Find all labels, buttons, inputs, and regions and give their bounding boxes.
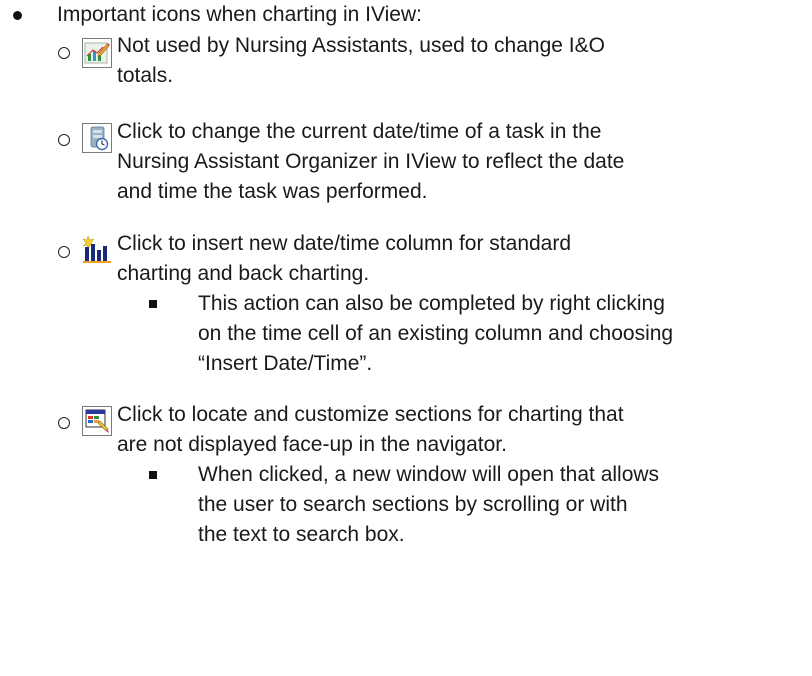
item-3-sub-line-1: This action can also be completed by rig…: [198, 292, 665, 315]
item-4-line-1: Click to locate and customize sections f…: [117, 403, 624, 426]
heading-text: Important icons when charting in IView:: [57, 3, 422, 26]
item-2-line-2: Nursing Assistant Organizer in IView to …: [117, 150, 625, 173]
sub-bullet-marker: [58, 246, 70, 258]
insert-column-icon[interactable]: [82, 235, 112, 265]
sub-sub-bullet-marker: [149, 300, 157, 308]
sub-bullet-marker: [58, 134, 70, 146]
item-2-line-3: and time the task was performed.: [117, 180, 428, 203]
item-3-sub-line-2: on the time cell of an existing column a…: [198, 322, 674, 345]
edit-totals-chart-icon[interactable]: [82, 38, 112, 68]
item-3-sub-line-3: “Insert Date/Time”.: [198, 352, 373, 375]
item-1-line-1: Not used by Nursing Assistants, used to …: [117, 34, 605, 57]
item-4-sub-line-3: the text to search box.: [198, 523, 405, 546]
customize-sections-icon[interactable]: [82, 406, 112, 436]
item-1-line-2: totals.: [117, 64, 174, 87]
item-3-line-1: Click to insert new date/time column for…: [117, 232, 572, 255]
item-4-sub-line-2: the user to search sections by scrolling…: [198, 493, 628, 516]
bullet-marker: [13, 11, 22, 20]
sub-bullet-marker: [58, 47, 70, 59]
item-4-line-2: are not displayed face-up in the navigat…: [117, 433, 507, 456]
sub-bullet-marker: [58, 417, 70, 429]
sub-sub-bullet-marker: [149, 471, 157, 479]
item-4-sub-line-1: When clicked, a new window will open tha…: [198, 463, 660, 486]
item-3-line-2: charting and back charting.: [117, 262, 370, 285]
change-datetime-icon[interactable]: [82, 123, 112, 153]
item-2-line-1: Click to change the current date/time of…: [117, 120, 602, 143]
